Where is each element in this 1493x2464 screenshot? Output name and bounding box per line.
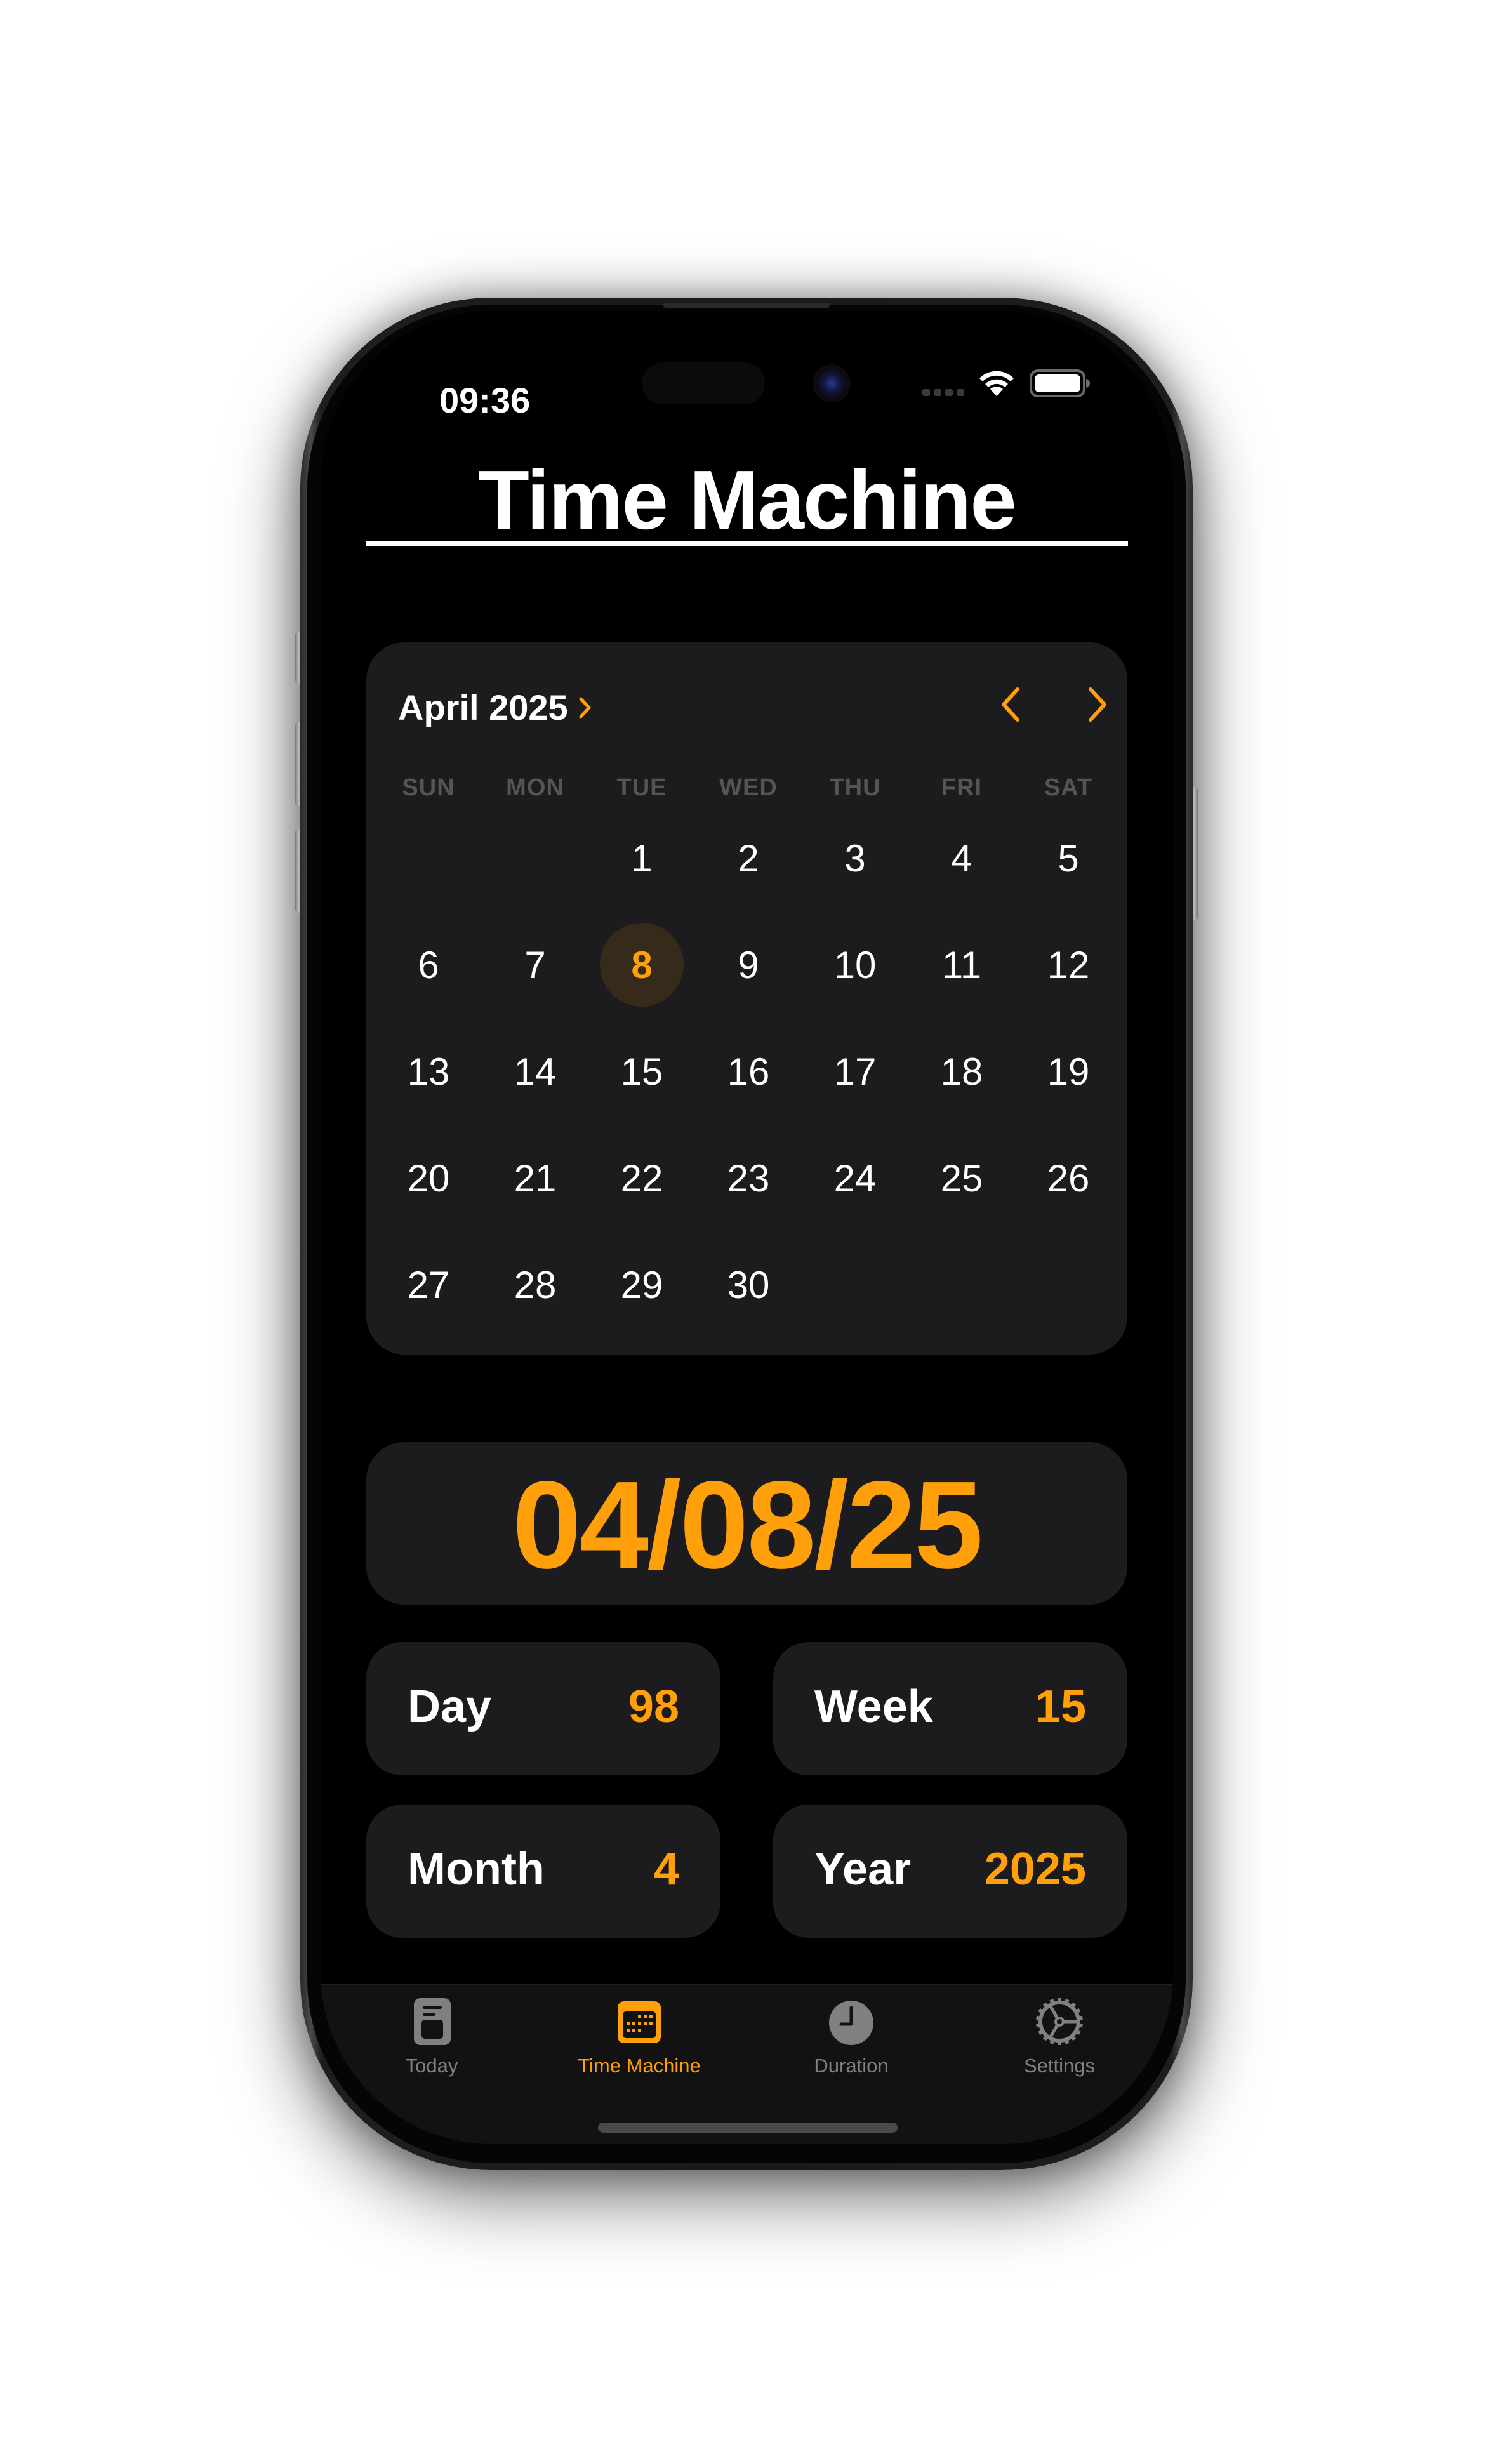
tab-time-machine[interactable]: Time Machine [544, 1985, 734, 2099]
calendar-day[interactable]: 30 [707, 1243, 790, 1327]
selected-date-text: 04/08/25 [512, 1455, 983, 1594]
weekday-label: SAT [1044, 774, 1093, 801]
previous-month-button[interactable] [992, 686, 1030, 724]
tab-bar: Today Time Machine Duration Settings [321, 1984, 1173, 2144]
today-doc-icon [414, 1998, 451, 2045]
stat-card-week: Week 15 [773, 1642, 1127, 1775]
next-month-button[interactable] [1078, 686, 1117, 724]
tab-label: Duration [814, 2055, 889, 2077]
gear-icon [1036, 1998, 1083, 2045]
calendar-icon [618, 2001, 661, 2043]
front-camera [813, 364, 851, 402]
calendar-day[interactable]: 19 [1026, 1030, 1110, 1113]
calendar-day[interactable]: 6 [387, 923, 470, 1007]
tab-label: Settings [1023, 2055, 1095, 2077]
title-underline [366, 541, 1128, 546]
calendar-day[interactable]: 29 [600, 1243, 684, 1327]
page-title: Time Machine [478, 453, 1017, 546]
weekday-label: WED [719, 774, 778, 801]
stat-value: 15 [1035, 1681, 1086, 1732]
cellular-signal-icon [922, 389, 964, 396]
stat-label: Month [408, 1844, 545, 1895]
battery-icon [1030, 369, 1090, 397]
month-label: April 2025 [398, 687, 568, 727]
chevron-right-icon [1089, 687, 1106, 722]
tab-settings[interactable]: Settings [964, 1985, 1155, 2099]
calendar-day[interactable]: 13 [387, 1030, 470, 1113]
weekday-label: SUN [402, 774, 455, 801]
month-picker-button[interactable]: April 2025 [398, 687, 592, 728]
calendar-day[interactable]: 17 [813, 1030, 897, 1113]
calendar-day[interactable]: 23 [707, 1136, 790, 1220]
stat-value: 2025 [984, 1844, 1086, 1895]
dynamic-island [642, 362, 765, 404]
tab-label: Time Machine [578, 2055, 701, 2077]
weekday-label: FRI [941, 774, 983, 801]
calendar-day[interactable]: 7 [493, 923, 577, 1007]
weekday-header: SUN MON TUE WED THU FRI SAT [366, 774, 1127, 801]
calendar-day[interactable]: 11 [920, 923, 1004, 1007]
chevron-left-icon [1002, 687, 1019, 722]
calendar-day[interactable]: 28 [493, 1243, 577, 1327]
calendar-day[interactable]: 9 [707, 923, 790, 1007]
calendar-day[interactable]: 3 [813, 816, 897, 900]
clock-icon [829, 2001, 873, 2045]
calendar-day[interactable]: 24 [813, 1136, 897, 1220]
calendar-day[interactable]: 16 [707, 1030, 790, 1113]
calendar-day[interactable]: 15 [600, 1030, 684, 1113]
stat-card-month: Month 4 [366, 1805, 720, 1938]
calendar-day[interactable]: 27 [387, 1243, 470, 1327]
tab-today[interactable]: Today [336, 1985, 527, 2099]
calendar-day[interactable]: 5 [1026, 816, 1110, 900]
calendar-day[interactable]: 22 [600, 1136, 684, 1220]
stat-card-year: Year 2025 [773, 1805, 1127, 1938]
tab-label: Today [405, 2055, 458, 2077]
home-indicator[interactable] [598, 2123, 898, 2133]
tab-duration[interactable]: Duration [756, 1985, 946, 2099]
calendar-day[interactable]: 12 [1026, 923, 1110, 1007]
calendar-day[interactable]: 18 [920, 1030, 1004, 1113]
weekday-label: THU [829, 774, 881, 801]
chevron-right-icon [579, 697, 591, 718]
calendar-day[interactable]: 10 [813, 923, 897, 1007]
stat-label: Year [814, 1844, 912, 1895]
calendar-day[interactable]: 21 [493, 1136, 577, 1220]
calendar-day[interactable]: 20 [387, 1136, 470, 1220]
calendar-day[interactable]: 2 [707, 816, 790, 900]
weekday-label: TUE [616, 774, 667, 801]
calendar-day[interactable]: 26 [1026, 1136, 1110, 1220]
calendar-day[interactable]: 14 [493, 1030, 577, 1113]
stat-value: 98 [628, 1681, 679, 1732]
speaker-grille [663, 303, 830, 308]
calendar-day[interactable]: 1 [600, 816, 684, 900]
weekday-label: MON [506, 774, 564, 801]
calendar-card: April 2025 SUN MON TUE WED THU FRI SAT 1234567… [366, 642, 1127, 1355]
stat-value: 4 [653, 1844, 679, 1895]
selected-date-card: 04/08/25 [366, 1442, 1127, 1605]
status-time: 09:36 [439, 380, 531, 420]
wifi-icon [979, 371, 1014, 396]
stat-label: Week [814, 1681, 933, 1732]
calendar-day-selected[interactable]: 8 [600, 923, 684, 1007]
calendar-day[interactable]: 25 [920, 1136, 1004, 1220]
screen: 09:36 Time Machine April 2025 SUN MON TU… [321, 311, 1173, 2144]
stat-card-day: Day 98 [366, 1642, 720, 1775]
calendar-day[interactable]: 4 [920, 816, 1004, 900]
stat-label: Day [408, 1681, 492, 1732]
